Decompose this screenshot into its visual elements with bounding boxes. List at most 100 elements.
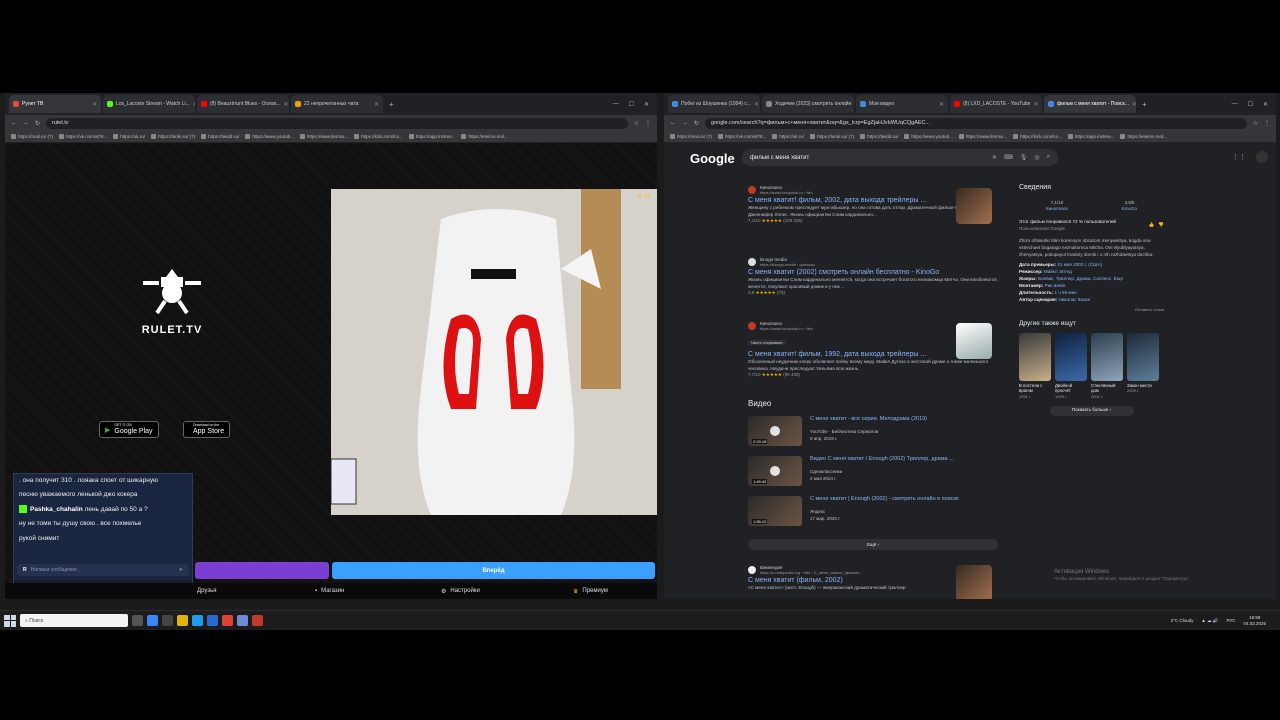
clear-icon[interactable]: ✕ xyxy=(992,154,997,161)
fact-value[interactable]: Рик Шейн xyxy=(1045,283,1066,288)
bookmark-item[interactable]: https://www.youtub... xyxy=(904,134,953,139)
bookmark-item[interactable]: https://www.itemsu... xyxy=(958,134,1007,139)
back-icon[interactable]: ← xyxy=(670,120,676,126)
telegram-icon[interactable] xyxy=(192,615,203,626)
related-movie[interactable]: Стеклянный дом 2001 г. xyxy=(1091,332,1123,400)
feedback-link[interactable]: Оставить отзыв xyxy=(1019,307,1164,313)
close-icon[interactable]: ✕ xyxy=(284,101,289,108)
minimize-icon[interactable]: — xyxy=(1232,101,1238,108)
maximize-icon[interactable]: ☐ xyxy=(1248,101,1253,108)
tray-icons[interactable]: ▲ ☁ 🔊 xyxy=(1201,618,1218,624)
bookmark-item[interactable]: https://kick.com/lco... xyxy=(1013,134,1062,139)
bookmark-item[interactable]: https://www.itemsu... xyxy=(299,134,348,139)
rating-kinopoisk[interactable]: 7,1/10 Кинопоиск xyxy=(1046,200,1068,214)
edge-icon[interactable] xyxy=(147,615,158,626)
google-logo[interactable]: Google xyxy=(690,151,735,166)
video-thumbnail[interactable]: 1:49:42 xyxy=(748,456,802,486)
bookmark-item[interactable]: https://kick.com/lco... xyxy=(354,134,403,139)
thumb-up-icon[interactable]: 👍 xyxy=(1149,222,1155,229)
nav-shop[interactable]: ▪ Магазин xyxy=(315,588,344,594)
result-title-link[interactable]: С меня хватит (2002) смотреть онлайн бес… xyxy=(748,269,998,276)
bookmark-item[interactable]: https://mail.ru/ (7) xyxy=(670,134,712,139)
bookmark-item[interactable]: https://ok.ru/ xyxy=(772,134,804,139)
taskbar-search[interactable]: ⌕ Поиск xyxy=(20,614,128,627)
tab-rulet[interactable]: Рулет ТВ ✕ xyxy=(9,95,101,113)
tab-chats[interactable]: 22 непрочитанных чата ✕ xyxy=(291,95,383,113)
tab-youtube-lacoste[interactable]: (8) LXD_LACOSTE - YouTube ✕ xyxy=(950,95,1042,113)
minimize-icon[interactable]: — xyxy=(613,101,619,108)
video-thumbnail[interactable]: 2:03:18 xyxy=(748,416,802,446)
send-icon[interactable]: ➤ xyxy=(179,567,183,573)
video-title-link[interactable]: Видео С меня хватит / Enough (2002) Трил… xyxy=(810,456,954,462)
result-source[interactable]: kinogo media https://kinogo.media › фильм… xyxy=(748,257,998,267)
app-store-button[interactable]: Download on the App Store xyxy=(183,421,231,438)
lens-icon[interactable]: ◎ xyxy=(1034,154,1039,161)
video-thumbnail[interactable]: 1:55:12 xyxy=(748,496,802,526)
bookmark-item[interactable]: https://app.instrea... xyxy=(408,134,455,139)
rating-kinogo[interactable]: 3,9/5 KinoGo xyxy=(1122,200,1137,214)
result-thumbnail[interactable] xyxy=(956,323,992,359)
chat-username[interactable]: Pashka_chahalin xyxy=(30,506,83,513)
star-icon[interactable]: ☆ xyxy=(634,120,639,127)
nav-friends[interactable]: Друзья xyxy=(197,588,216,594)
fact-value[interactable]: 1 ч 55 мин xyxy=(1055,290,1077,295)
avatar[interactable] xyxy=(1256,151,1268,163)
bookmark-item[interactable]: https://tanki.su/ (7) xyxy=(810,134,854,139)
bookmark-item[interactable]: https://vk.com/al?8... xyxy=(718,134,766,139)
obs-icon[interactable] xyxy=(252,615,263,626)
fact-value[interactable]: Майкл Эптед xyxy=(1044,269,1072,274)
show-more-button[interactable]: Показать больше › xyxy=(1049,405,1134,416)
steam-icon[interactable] xyxy=(207,615,218,626)
tab-shawshank[interactable]: Побег из Шоушенка (1994) с... ✕ xyxy=(668,95,760,113)
fact-value[interactable]: Николас Казан xyxy=(1059,297,1091,302)
close-window-icon[interactable]: ✕ xyxy=(644,101,649,108)
weather-widget[interactable]: 2°C Cloudy xyxy=(1171,618,1194,623)
reload-icon[interactable]: ↻ xyxy=(35,120,40,127)
forward-icon[interactable]: → xyxy=(23,120,29,126)
star-icon[interactable]: ☆ xyxy=(1253,120,1258,127)
windows-start-icon[interactable] xyxy=(4,614,16,627)
bookmark-item[interactable]: https://twidd.su/ xyxy=(860,134,898,139)
chat-input[interactable]: R Напиши сообщение... ➤ xyxy=(17,564,189,576)
video-result[interactable]: 1:49:42 Видео С меня хватит / Enough (20… xyxy=(748,456,998,488)
thumb-down-icon[interactable]: 👎 xyxy=(1158,222,1164,229)
bookmark-item[interactable]: https://www.youtub... xyxy=(245,134,294,139)
related-movie[interactable]: Двойной просчёт 1999 г. xyxy=(1055,332,1087,400)
video-result[interactable]: 1:55:12 С меня хватит | Enough (2002) - … xyxy=(748,496,998,528)
close-icon[interactable]: ✕ xyxy=(193,101,195,108)
video-title-link[interactable]: С меня хватит - все серии. Мелодрама (20… xyxy=(810,416,927,422)
result-thumbnail[interactable] xyxy=(956,565,992,599)
terminal-icon[interactable] xyxy=(162,615,173,626)
close-window-icon[interactable]: ✕ xyxy=(1263,101,1268,108)
bookmark-item[interactable]: https://twidd.su/ xyxy=(201,134,239,139)
forward-icon[interactable]: → xyxy=(682,120,688,126)
discord-icon[interactable] xyxy=(237,615,248,626)
apps-icon[interactable]: ⋮⋮ xyxy=(1232,153,1246,161)
stop-button[interactable] xyxy=(195,562,329,579)
new-tab-button[interactable]: + xyxy=(1138,100,1151,109)
bookmark-item[interactable]: https://tanki.su/ (7) xyxy=(151,134,195,139)
result-thumbnail[interactable] xyxy=(956,188,992,224)
address-bar[interactable]: google.com/search?q=фильм+с+меня+хватит&… xyxy=(705,117,1247,129)
video-title-link[interactable]: С меня хватит | Enough (2002) - смотреть… xyxy=(810,496,959,502)
close-icon[interactable]: ✕ xyxy=(374,101,379,108)
related-movie[interactable]: В постели с врагом 1991 г. xyxy=(1019,332,1051,400)
keyboard-icon[interactable]: ⌨ xyxy=(1004,154,1013,161)
fact-value[interactable]: 21 мая 2002 г. (США) xyxy=(1057,262,1102,267)
tab-kick[interactable]: Los_Lacoste Stream - Watch Li...✕ xyxy=(103,95,195,113)
language-indicator[interactable]: РУС xyxy=(1226,618,1235,623)
bookmark-item[interactable]: https://eteimo.mol... xyxy=(461,134,508,139)
clock[interactable]: 16:59 04.03.2025 xyxy=(1243,615,1266,626)
menu-icon[interactable]: ⋮ xyxy=(1264,120,1270,127)
fact-value[interactable]: Боевик, Триллер, Драма, Саспенс, Ещё xyxy=(1038,276,1123,281)
chrome-icon[interactable] xyxy=(222,615,233,626)
tab-walkers[interactable]: Ходячие (2023) смотреть онлайн✕ xyxy=(762,95,854,113)
bookmark-item[interactable]: https://vk.com/al?8... xyxy=(59,134,107,139)
bookmark-item[interactable]: https://eteimo.mol... xyxy=(1120,134,1167,139)
next-button[interactable]: Вперёд xyxy=(332,562,655,579)
close-icon[interactable]: ✕ xyxy=(939,101,944,108)
nav-settings[interactable]: ⚙ Настройки xyxy=(441,588,480,595)
nav-premium[interactable]: ♛ Премиум xyxy=(573,588,608,595)
maximize-icon[interactable]: ☐ xyxy=(629,101,634,108)
tab-google-search[interactable]: фильм с меня хватит - Поиск... ✕ xyxy=(1044,95,1136,113)
